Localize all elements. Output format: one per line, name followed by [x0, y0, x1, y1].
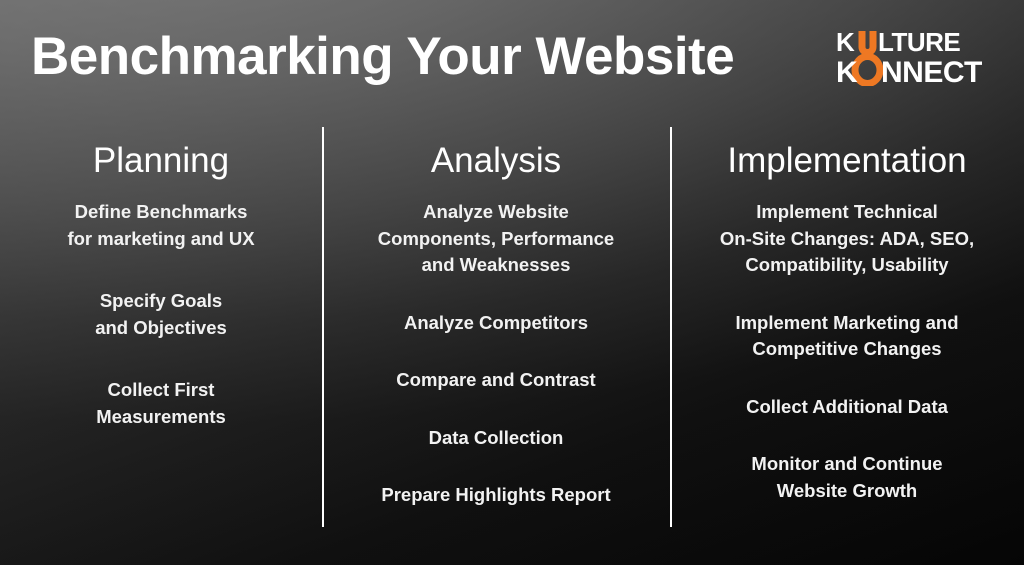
slide-canvas: Benchmarking Your Website K LTURE K NNEC… — [0, 0, 1024, 565]
list-item: Compare and Contrast — [344, 367, 648, 394]
logo-line2-rest: NNECT — [881, 56, 982, 86]
column-title-analysis: Analysis — [430, 141, 562, 180]
list-item-line: Implement Marketing and — [735, 311, 959, 333]
list-item: Collect Additional Data — [686, 394, 1008, 421]
list-item: Collect First Measurements — [30, 377, 292, 430]
column-analysis: Analysis Analyze Website Components, Perf… — [322, 126, 670, 530]
list-item-line: Implement Technical — [756, 201, 938, 222]
list-item-line: for marketing and UX — [67, 227, 255, 249]
list-item: Specify Goals and Objectives — [30, 288, 292, 341]
list-item: Implement Marketing and Competitive Chang… — [686, 310, 1008, 363]
list-item-line: Define Benchmarks — [74, 201, 248, 222]
list-item-line: Competitive Changes — [752, 338, 942, 359]
list-item-line: Monitor and Continue — [751, 453, 943, 474]
logo-line2-k: K — [836, 56, 858, 86]
column-items-analysis: Analyze Website Components, Performance an… — [344, 199, 648, 509]
list-item-line: Data Collection — [428, 426, 564, 448]
column-title-implementation: Implementation — [727, 141, 967, 180]
slide-header: Benchmarking Your Website K LTURE K NNEC… — [0, 0, 1024, 118]
logo-line1-k: K — [836, 28, 855, 57]
page-title: Benchmarking Your Website — [31, 27, 735, 86]
logo-accent-shape — [851, 31, 884, 86]
list-item-line: Components, Performance — [377, 227, 615, 249]
list-item: Define Benchmarks for marketing and UX — [30, 199, 292, 252]
list-item: Analyze Website Components, Performance an… — [344, 199, 648, 279]
list-item: Analyze Competitors — [344, 310, 648, 337]
column-implementation: Implementation Implement Technical On-Sit… — [670, 126, 1024, 530]
list-item-line: Compatibility, Usability — [745, 254, 949, 275]
list-item-line: Compare and Contrast — [396, 369, 596, 390]
list-item: Prepare Highlights Report — [344, 482, 648, 509]
list-item: Monitor and Continue Website Growth — [686, 451, 1008, 504]
list-item-line: On-Site Changes: ADA, SEO, — [719, 227, 975, 249]
column-items-planning: Define Benchmarks for marketing and UX Spe… — [30, 199, 292, 430]
column-title-planning: Planning — [92, 141, 230, 180]
list-item-line: Collect Additional Data — [746, 395, 948, 417]
brand-logo: K LTURE K NNECT KULTURE KONNECT — [836, 28, 1002, 86]
logo-line1-rest: LTURE — [878, 28, 960, 57]
list-item: Data Collection — [344, 425, 648, 452]
list-item-line: Analyze Website — [423, 201, 569, 222]
column-planning: Planning Define Benchmarks for marketing … — [0, 126, 322, 530]
list-item-line: Analyze Competitors — [403, 311, 588, 333]
list-item-line: and Objectives — [95, 316, 227, 338]
list-item-line: Collect First — [107, 379, 215, 400]
list-item-line: Prepare Highlights Report — [381, 484, 611, 505]
list-item: Implement Technical On-Site Changes: ADA,… — [686, 199, 1008, 279]
list-item-line: and Weaknesses — [421, 254, 571, 275]
list-item-line: Website Growth — [776, 479, 918, 501]
column-items-implementation: Implement Technical On-Site Changes: ADA,… — [686, 199, 1008, 504]
list-item-line: Specify Goals — [99, 290, 223, 311]
list-item-line: Measurements — [96, 405, 226, 427]
kulture-konnect-logo-icon: K LTURE K NNECT — [836, 28, 983, 86]
columns-container: Planning Define Benchmarks for marketing … — [0, 126, 1024, 530]
